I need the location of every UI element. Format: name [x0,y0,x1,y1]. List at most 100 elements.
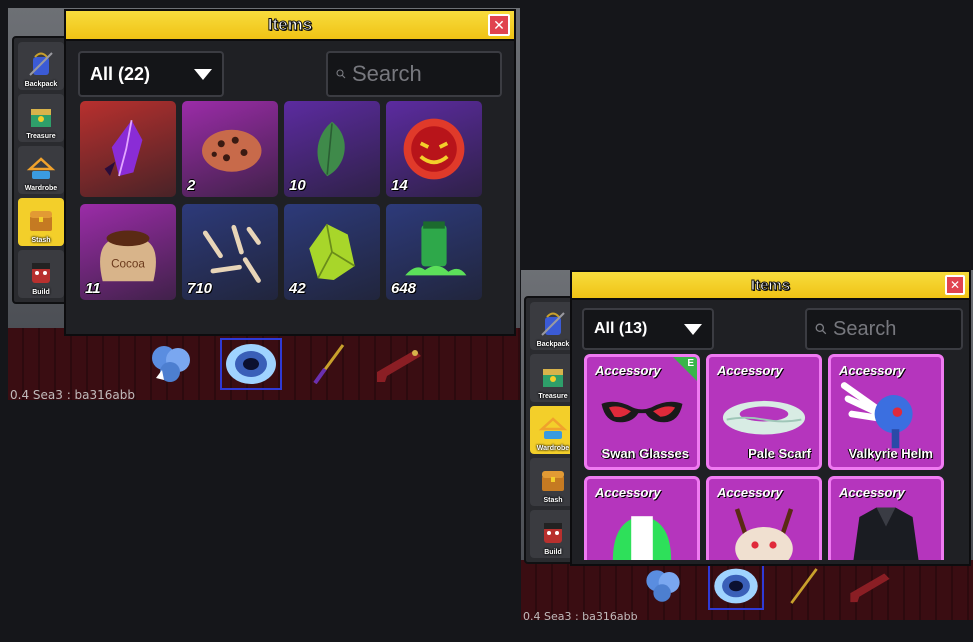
sidebar-item-label: Stash [543,497,563,504]
item-count: 10 [289,177,306,194]
svg-text:Cocoa: Cocoa [111,258,145,271]
accessory-card[interactable]: Accessory Swan Glasses E [584,354,700,470]
equipped-badge [672,357,697,382]
item-slot[interactable]: 42 [284,204,380,300]
sidebar-item-build[interactable]: Build [18,250,64,298]
accessory-card[interactable]: Accessory [584,476,700,560]
sidebar-item-label: Backpack [24,81,58,88]
wardrobe-icon [538,413,568,443]
item-count: 2 [187,177,196,194]
close-icon: ✕ [493,16,505,33]
vortex-icon [226,344,276,384]
chevron-down-icon [194,68,212,80]
hotbar-slot-3[interactable] [298,338,360,390]
hotbar-slot-1[interactable] [140,338,202,390]
sidebar-item-treasure[interactable]: Treasure [18,94,64,142]
item-count: 14 [391,177,408,194]
chevron-down-icon [684,323,702,335]
accessory-type: Accessory [595,485,661,500]
side-nav-left: Backpack Treasure Wardrobe Stash Build [12,36,70,304]
window-titlebar: Items ✕ [572,272,969,300]
window-title: Items [267,15,313,35]
filter-label: All (13) [594,320,648,337]
spear-icon [790,568,818,604]
build-icon [26,257,56,287]
accessory-type: Accessory [839,485,905,500]
filter-dropdown[interactable]: All (13) [582,308,714,350]
flintlock-icon [850,573,890,603]
close-button[interactable]: ✕ [488,14,510,36]
sidebar-item-label: Treasure [26,133,56,140]
item-slot[interactable] [80,101,176,197]
accessory-card[interactable]: Accessory [706,476,822,560]
search-input[interactable] [833,317,953,341]
accessory-card[interactable]: Accessory [828,476,944,560]
item-slot[interactable]: Cocoa 11 [80,204,176,300]
sidebar-item-label: Build [544,549,562,556]
vortex-icon [714,568,758,604]
search-input[interactable] [352,61,492,87]
sidebar-item-backpack[interactable]: Backpack [18,42,64,90]
close-button[interactable]: ✕ [945,275,965,295]
sidebar-item-label: Backpack [536,341,570,348]
accessory-grid: Accessory Swan Glasses E Accessory Pale Scar… [584,354,946,560]
version-label: 0.4 Sea3 : ba316abb [523,610,638,620]
build-icon [538,517,568,547]
accessory-type: Accessory [839,363,905,378]
item-slot[interactable]: 2 [182,101,278,197]
accessory-card[interactable]: Accessory Pale Scarf [706,354,822,470]
items-window-left: Items ✕ All (22) 2 10 14 Cocoa 11 710 42 648 [64,9,516,336]
equipped-label: E [687,358,694,369]
blue-flower-icon [152,346,190,382]
item-count: 648 [391,280,417,297]
hotbar-slot-2[interactable] [220,338,282,390]
accessory-type: Accessory [717,363,783,378]
item-slot[interactable]: 710 [182,204,278,300]
stash-icon [26,205,56,235]
search-icon [336,69,346,79]
backpack-icon [538,309,568,339]
flintlock-icon [377,350,421,382]
item-slot[interactable]: 648 [386,204,482,300]
treasure-icon [26,101,56,131]
items-window-right: Items ✕ All (13) AccessorySwan GlassesEA… [570,270,971,566]
wardrobe-icon [26,153,56,183]
item-count: 11 [85,280,101,297]
version-label: 0.4 Sea3 : ba316abb [10,388,136,400]
hotbar-slot-2[interactable] [708,562,764,610]
window-title: Items [750,276,791,294]
close-icon: ✕ [949,278,961,292]
sidebar-item-label: Wardrobe [24,185,58,192]
accessory-name: Pale Scarf [748,446,811,461]
filter-label: All (22) [90,63,151,84]
accessory-name: Swan Glasses [601,446,689,461]
treasure-icon [538,361,568,391]
item-slot[interactable]: 14 [386,101,482,197]
accessory-card[interactable]: Accessory Valkyrie Helm [828,354,944,470]
sidebar-item-label: Build [32,289,50,296]
accessory-type: Accessory [595,363,661,378]
spear-icon [313,344,345,385]
sidebar-item-wardrobe[interactable]: Wardrobe [18,146,64,194]
hotbar-slot-4[interactable] [843,562,897,610]
sidebar-item-stash[interactable]: Stash [18,198,64,246]
sidebar-item-label: Stash [31,237,51,244]
accessory-name: Valkyrie Helm [848,446,933,461]
hotbar-slot-3[interactable] [777,562,831,610]
backpack-icon [26,49,56,79]
search-icon [815,323,827,335]
search-box[interactable] [805,308,963,350]
item-count: 710 [187,280,213,297]
sidebar-item-label: Treasure [538,393,568,400]
item-count: 42 [289,280,306,297]
search-box[interactable] [326,51,502,97]
filter-dropdown[interactable]: All (22) [78,51,224,97]
blue-flower-icon [646,570,680,602]
item-grid: 2 10 14 Cocoa 11 710 42 648 [80,101,484,329]
stash-icon [538,465,568,495]
hotbar-slot-1[interactable] [636,562,690,610]
window-titlebar: Items ✕ [66,11,514,41]
hotbar-slot-4[interactable] [368,338,430,390]
item-slot[interactable]: 10 [284,101,380,197]
sidebar-item-label: Wardrobe [536,445,570,452]
